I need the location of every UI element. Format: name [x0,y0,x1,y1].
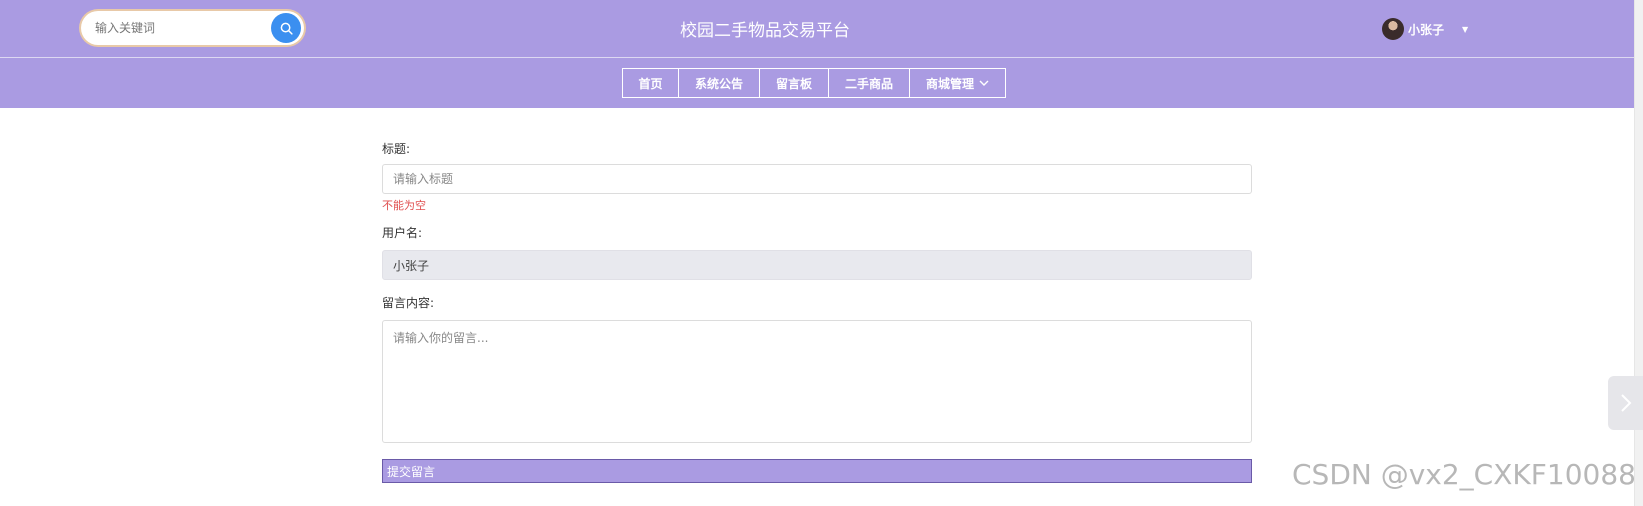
username: 小张子 [1408,22,1445,37]
watermark: CSDN @vx2_CXKF10088 [1292,458,1636,491]
content-label: 留言内容: [382,296,435,310]
navbar: 首页 系统公告 留言板 二手商品 商城管理 [0,58,1634,108]
caret-down-icon: ▼ [1462,24,1469,34]
username-field[interactable] [382,250,1252,280]
user-menu[interactable]: 小张子 ▼ [1382,17,1468,41]
chevron-right-icon [1620,394,1631,412]
title-error: 不能为空 [382,199,426,212]
nav-item-mall-management[interactable]: 商城管理 [909,68,1006,98]
submit-button[interactable]: 提交留言 [382,459,1252,483]
chevron-down-icon [979,80,989,86]
nav-item-home[interactable]: 首页 [622,68,679,98]
site-title: 校园二手物品交易平台 [680,21,850,41]
next-page-button[interactable] [1608,376,1643,430]
page-scrollbar[interactable] [1634,0,1643,506]
content-textarea[interactable] [382,320,1252,443]
nav-menu: 首页 系统公告 留言板 二手商品 商城管理 [622,68,1006,98]
nav-item-message-board[interactable]: 留言板 [759,68,829,98]
header: 校园二手物品交易平台 小张子 ▼ [0,0,1634,58]
title-label: 标题: [382,142,411,156]
nav-item-second-hand-goods[interactable]: 二手商品 [828,68,910,98]
username-label: 用户名: [382,226,423,240]
nav-item-announcements[interactable]: 系统公告 [678,68,760,98]
title-input[interactable] [382,164,1252,194]
avatar [1382,18,1404,40]
message-form: 标题: 不能为空 用户名: 留言内容: 提交留言 [382,140,1252,483]
